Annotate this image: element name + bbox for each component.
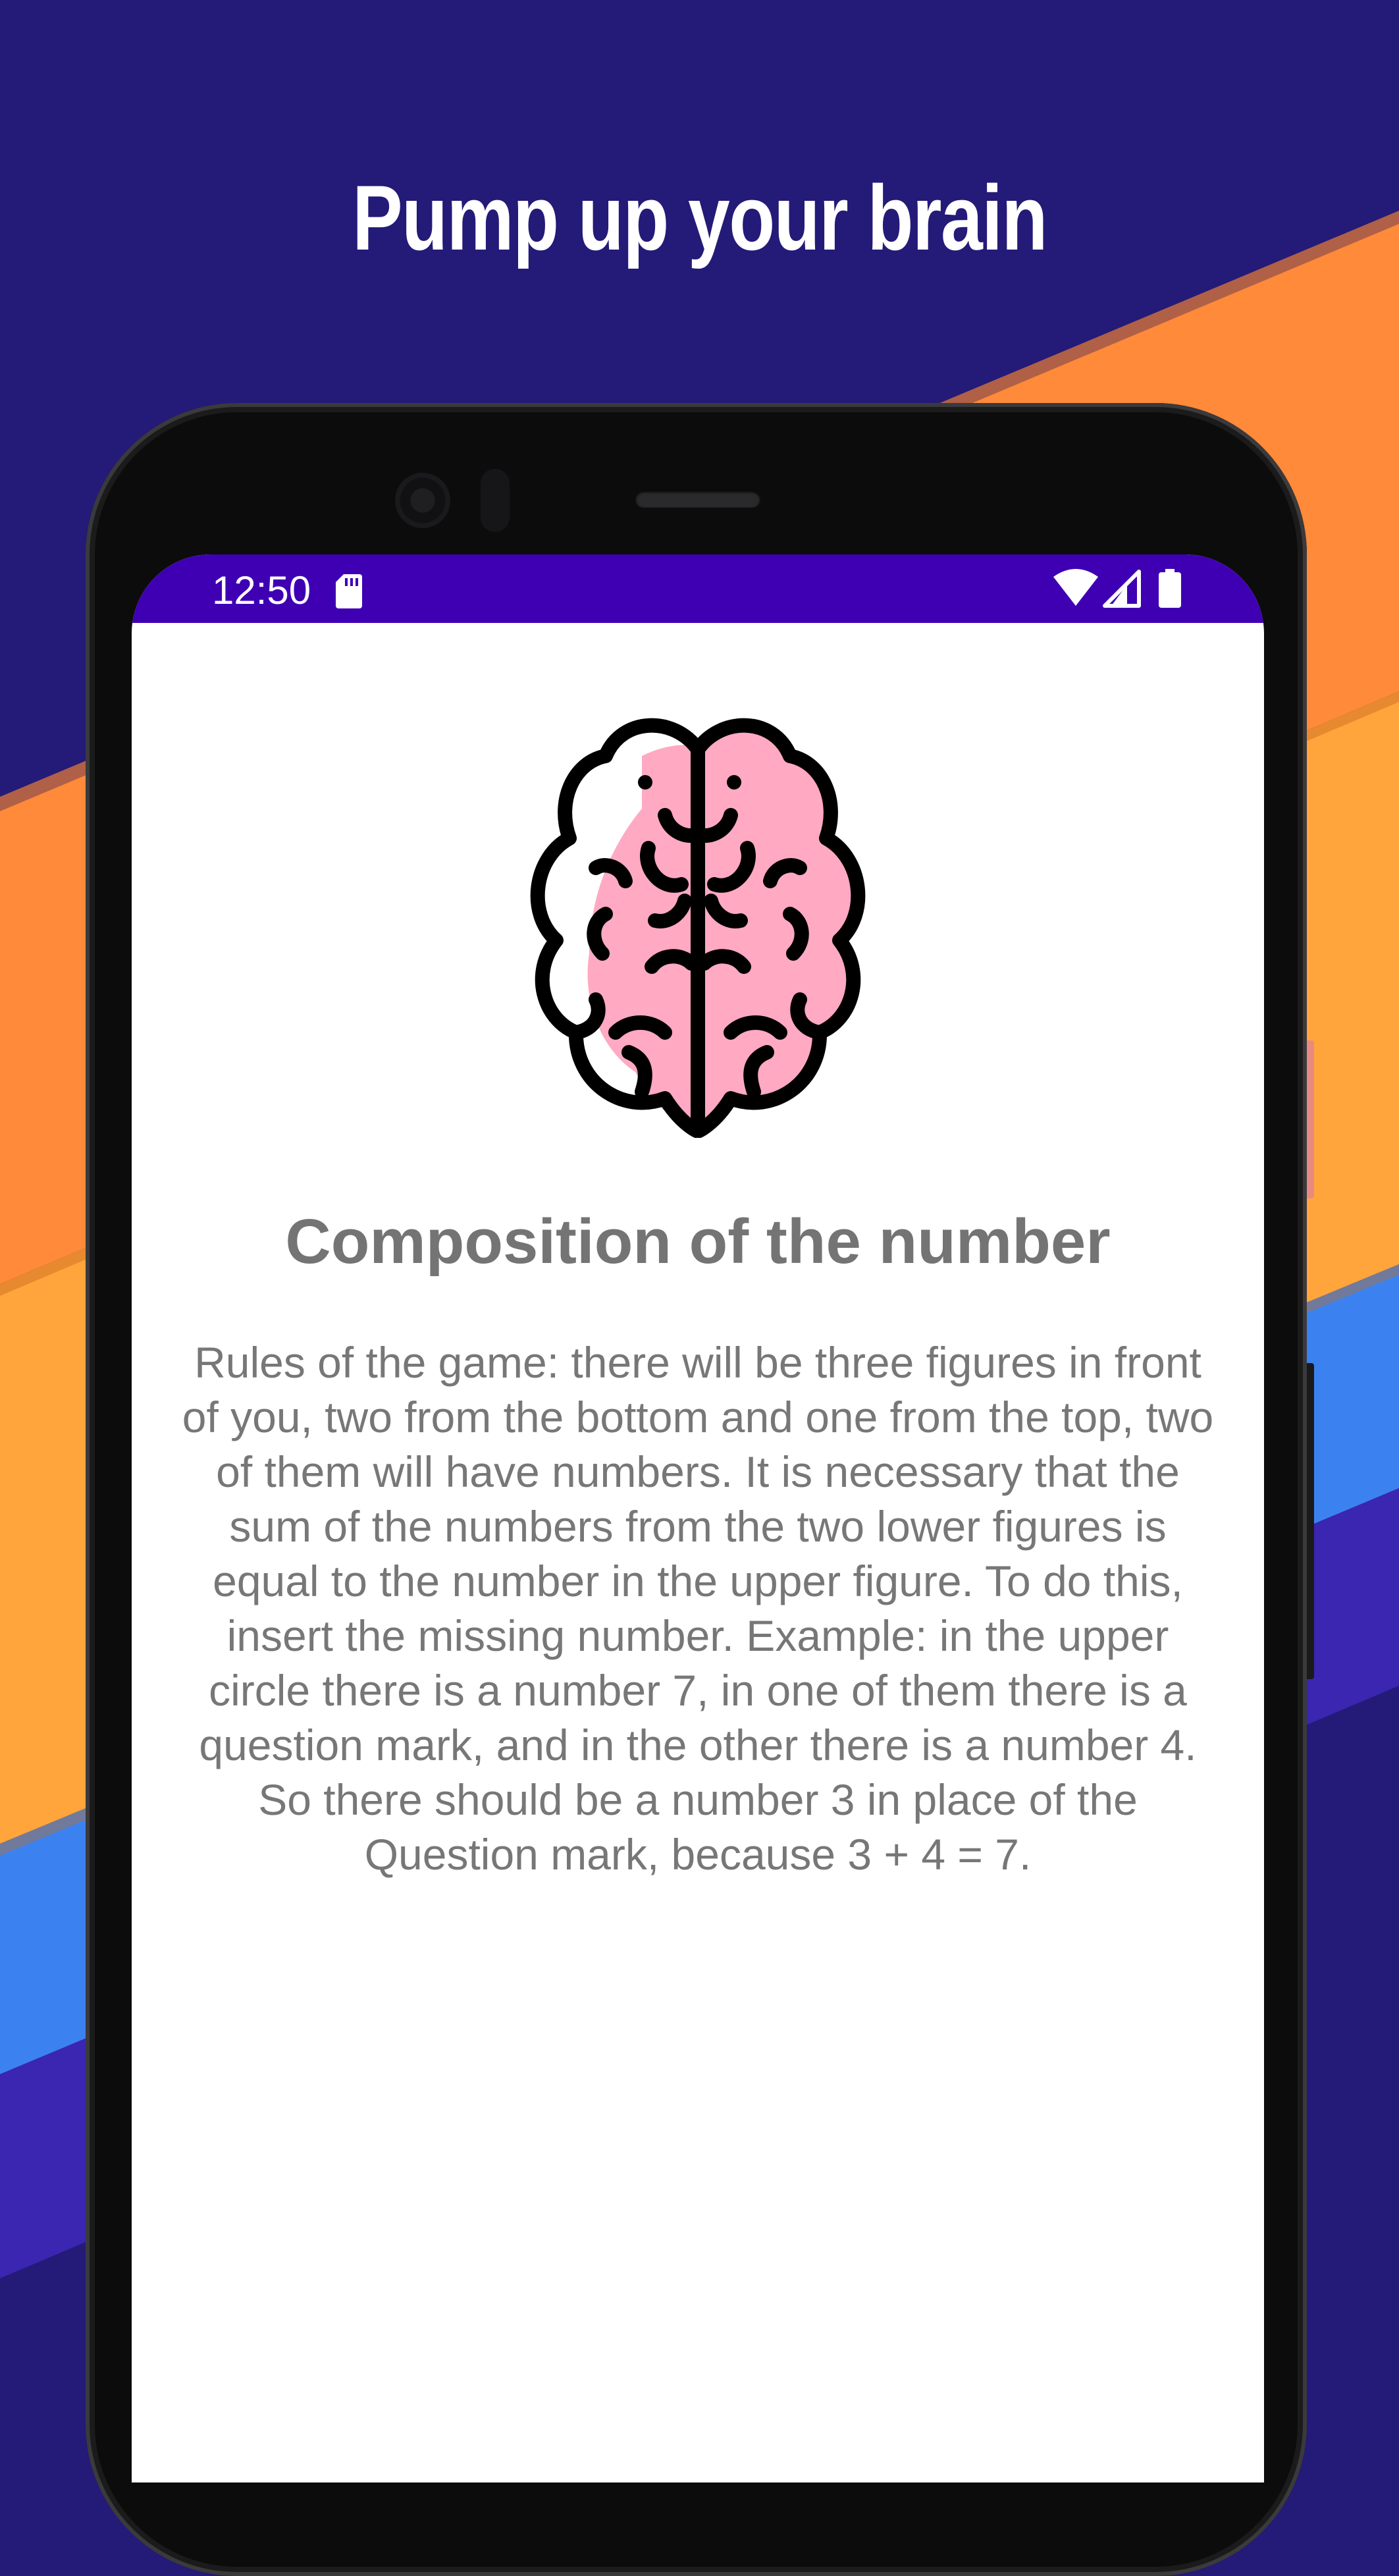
phone-screen: 12:50 Composition of the number Rules of… <box>132 554 1264 2482</box>
battery-icon <box>1159 569 1181 608</box>
proximity-sensor <box>481 469 510 532</box>
wifi-icon <box>1053 569 1098 606</box>
status-time: 12:50 <box>212 568 311 612</box>
status-bar: 12:50 <box>132 554 1264 623</box>
game-title: Composition of the number <box>285 1206 1111 1277</box>
sd-card-icon <box>336 574 362 608</box>
promo-headline: Pump up your brain <box>352 166 1047 269</box>
signal-icon <box>1103 570 1141 608</box>
brain-icon <box>530 718 866 1138</box>
main-content: Composition of the number Rules of the g… <box>132 623 1264 2482</box>
front-camera <box>395 473 450 528</box>
game-rules-text: Rules of the game: there will be three f… <box>182 1338 1214 1879</box>
earpiece-speaker <box>635 491 760 508</box>
status-icons <box>1053 569 1181 608</box>
